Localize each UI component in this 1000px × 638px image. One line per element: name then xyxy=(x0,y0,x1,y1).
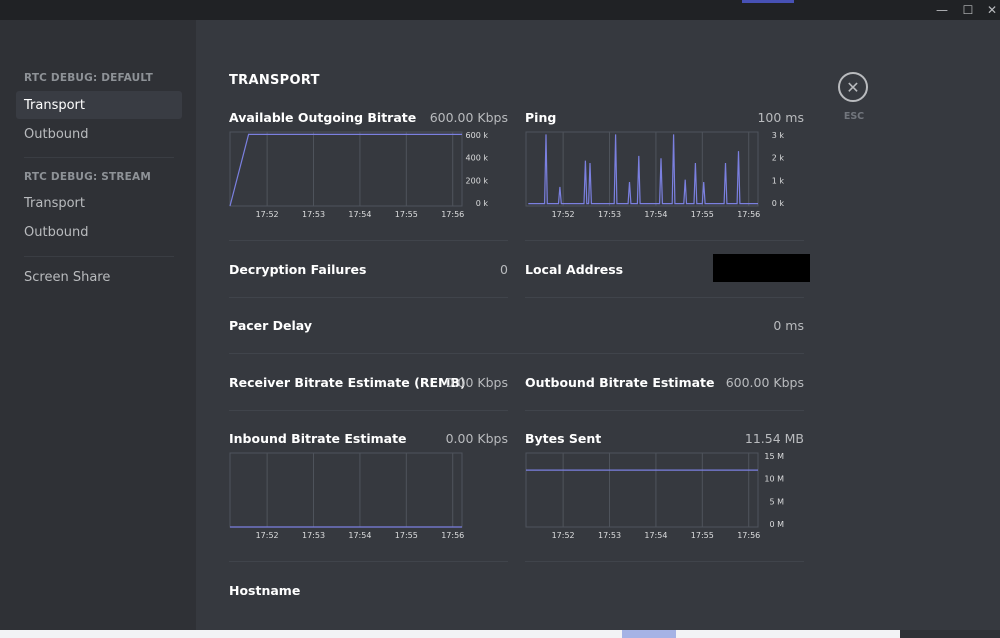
inbound-bitrate-estimate-label: Inbound Bitrate Estimate xyxy=(229,431,407,446)
x-tick-label: 17:53 xyxy=(598,531,621,540)
x-tick-label: 17:54 xyxy=(644,210,667,219)
y-tick-label: 5 M xyxy=(769,497,784,506)
pacer-delay-value: 0 ms xyxy=(773,318,804,333)
y-tick-label: 200 k xyxy=(466,176,489,185)
inbound-bitrate-chart-svg: 17:52 17:53 17:54 17:55 17:56 xyxy=(229,452,464,540)
close-window-button[interactable]: ✕ xyxy=(978,0,1000,20)
sidebar-item-screen-share[interactable]: Screen Share xyxy=(16,263,182,291)
sidebar-separator xyxy=(24,256,174,257)
sidebar-item-stream-transport[interactable]: Transport xyxy=(16,189,182,217)
esc-label: ESC xyxy=(843,111,865,122)
x-tick-label: 17:52 xyxy=(256,531,279,540)
sidebar-item-label: Transport xyxy=(24,97,86,113)
y-tick-label: 0 k xyxy=(476,199,489,208)
page-title: TRANSPORT xyxy=(229,73,320,88)
ping-value: 100 ms xyxy=(757,110,804,125)
row-separator xyxy=(229,561,508,562)
chart-frame xyxy=(525,452,759,528)
row-separator xyxy=(525,410,804,411)
maximize-icon: ☐ xyxy=(962,3,974,17)
x-tick-label: 17:55 xyxy=(691,210,714,219)
y-tick-label: 2 k xyxy=(772,154,785,163)
y-tick-label: 0 k xyxy=(772,199,785,208)
sidebar-item-label: Transport xyxy=(24,195,86,211)
x-tick-label: 17:55 xyxy=(691,531,714,540)
ping-label: Ping xyxy=(525,110,557,125)
bytes-sent-chart-svg: 17:52 17:53 17:54 17:55 17:56 15 M 10 M 5 M 0 M xyxy=(525,452,784,540)
ping-chart: 17:52 17:53 17:54 17:55 17:56 3 k 2 k 1 k 0 k xyxy=(525,131,788,226)
x-tick-label: 17:52 xyxy=(552,210,575,219)
x-tick-label: 17:54 xyxy=(348,531,371,540)
y-tick-label: 15 M xyxy=(764,452,784,461)
sidebar-item-label: Outbound xyxy=(24,224,89,240)
row-separator xyxy=(525,297,804,298)
window-titlebar: — ☐ ✕ xyxy=(0,0,1000,20)
y-tick-label: 0 M xyxy=(769,520,784,529)
y-tick-label: 3 k xyxy=(772,131,785,140)
inbound-bitrate-chart: 17:52 17:53 17:54 17:55 17:56 xyxy=(229,452,492,547)
sidebar-separator xyxy=(24,157,174,158)
y-tick-label: 600 k xyxy=(466,131,489,140)
series-line xyxy=(229,133,462,207)
x-tick-label: 17:54 xyxy=(348,210,371,219)
sidebar-item-stream-outbound[interactable]: Outbound xyxy=(16,218,182,246)
inbound-bitrate-estimate-value: 0.00 Kbps xyxy=(445,431,508,446)
sidebar-item-label: Screen Share xyxy=(24,269,111,285)
chart-frame xyxy=(229,452,463,528)
x-tick-label: 17:52 xyxy=(552,531,575,540)
title-accent xyxy=(742,0,794,3)
minimize-icon: — xyxy=(936,3,948,17)
decryption-failures-label: Decryption Failures xyxy=(229,262,367,277)
outbound-bitrate-estimate-value: 600.00 Kbps xyxy=(725,375,804,390)
ping-chart-svg: 17:52 17:53 17:54 17:55 17:56 3 k 2 k 1 k 0 k xyxy=(525,131,785,219)
sidebar-item-default-outbound[interactable]: Outbound xyxy=(16,120,182,148)
outgoing-bitrate-chart-svg: 17:52 17:53 17:54 17:55 17:56 600 k 400 k 200 k… xyxy=(229,131,489,219)
close-settings-button[interactable]: ✕ xyxy=(838,72,868,102)
background-app-panel xyxy=(900,630,1000,638)
x-tick-label: 17:53 xyxy=(302,210,325,219)
local-address-label: Local Address xyxy=(525,262,624,277)
available-outgoing-bitrate-value: 600.00 Kbps xyxy=(429,110,508,125)
row-separator xyxy=(525,240,804,241)
y-tick-label: 1 k xyxy=(772,176,785,185)
sidebar: RTC DEBUG: DEFAULT Transport Outbound RT… xyxy=(0,20,196,630)
sidebar-header-rtc-stream: RTC DEBUG: STREAM xyxy=(24,171,151,183)
close-icon: ✕ xyxy=(846,77,860,97)
x-tick-label: 17:56 xyxy=(441,210,464,219)
receiver-bitrate-estimate-value: 0.00 Kbps xyxy=(445,375,508,390)
x-tick-label: 17:56 xyxy=(737,210,760,219)
x-tick-label: 17:53 xyxy=(302,531,325,540)
x-tick-label: 17:55 xyxy=(395,531,418,540)
row-separator xyxy=(229,240,508,241)
x-tick-label: 17:52 xyxy=(256,210,279,219)
outgoing-bitrate-chart: 17:52 17:53 17:54 17:55 17:56 600 k 400 k 200 k… xyxy=(229,131,492,226)
sidebar-item-label: Outbound xyxy=(24,126,89,142)
background-app-mention xyxy=(622,630,676,638)
bytes-sent-chart: 17:52 17:53 17:54 17:55 17:56 15 M 10 M 5 M 0 M xyxy=(525,452,788,547)
minimize-button[interactable]: — xyxy=(928,0,956,20)
bytes-sent-label: Bytes Sent xyxy=(525,431,602,446)
row-separator xyxy=(525,561,804,562)
local-address-redacted xyxy=(713,254,810,282)
sidebar-header-rtc-default: RTC DEBUG: DEFAULT xyxy=(24,72,153,84)
x-tick-label: 17:55 xyxy=(395,210,418,219)
background-app-strip xyxy=(0,630,1000,638)
row-separator xyxy=(229,353,804,354)
close-window-icon: ✕ xyxy=(986,3,998,17)
y-tick-label: 400 k xyxy=(466,154,489,163)
chart-frame xyxy=(229,131,463,207)
x-tick-label: 17:53 xyxy=(598,210,621,219)
x-tick-label: 17:54 xyxy=(644,531,667,540)
row-separator xyxy=(229,410,508,411)
pacer-delay-label: Pacer Delay xyxy=(229,318,313,333)
x-tick-label: 17:56 xyxy=(737,531,760,540)
x-tick-label: 17:56 xyxy=(441,531,464,540)
hostname-label: Hostname xyxy=(229,583,301,598)
row-separator xyxy=(229,297,508,298)
y-tick-label: 10 M xyxy=(764,475,784,484)
decryption-failures-value: 0 xyxy=(500,262,508,277)
bytes-sent-value: 11.54 MB xyxy=(744,431,804,446)
sidebar-item-default-transport[interactable]: Transport xyxy=(16,91,182,119)
